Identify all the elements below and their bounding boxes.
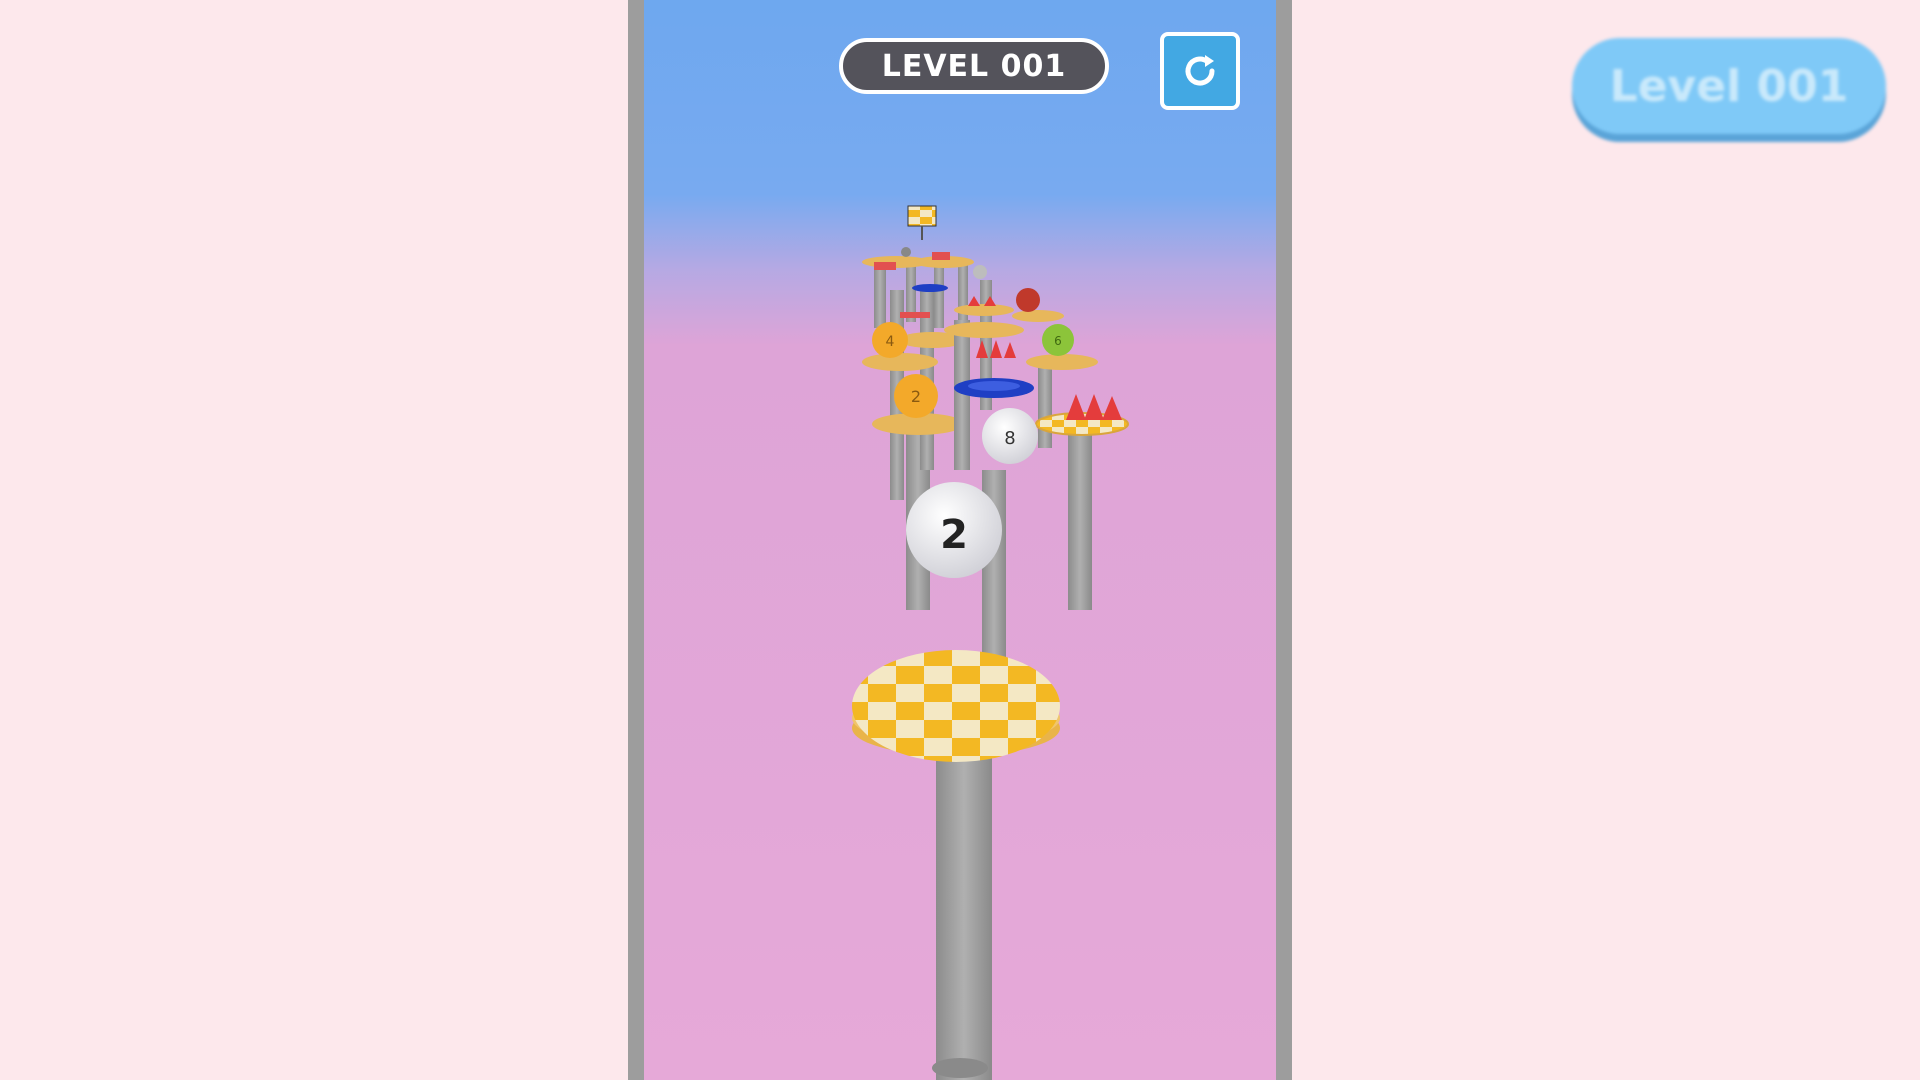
foreground-platform bbox=[852, 650, 1060, 1080]
center-pillar-stack bbox=[944, 280, 1024, 670]
level-indicator: LEVEL 001 bbox=[839, 38, 1109, 94]
game-viewport[interactable]: 4 2 6 8 2 LEVEL 001 bbox=[644, 0, 1276, 1080]
restart-icon bbox=[1185, 55, 1215, 86]
svg-text:8: 8 bbox=[1004, 428, 1015, 449]
phone-frame: 4 2 6 8 2 LEVEL 001 bbox=[628, 0, 1292, 1080]
svg-text:4: 4 bbox=[886, 334, 895, 350]
svg-text:2: 2 bbox=[911, 387, 921, 406]
restart-button[interactable] bbox=[1160, 32, 1240, 110]
game-scene: 4 2 6 8 2 bbox=[852, 205, 1129, 1080]
finish-flag bbox=[907, 205, 937, 240]
svg-text:6: 6 bbox=[1054, 334, 1062, 348]
level-badge: Level 001 bbox=[1572, 38, 1886, 134]
player-ball: 2 bbox=[906, 482, 1002, 578]
player-ball-number: 2 bbox=[940, 512, 968, 558]
right-pillar-stack bbox=[1012, 310, 1129, 610]
